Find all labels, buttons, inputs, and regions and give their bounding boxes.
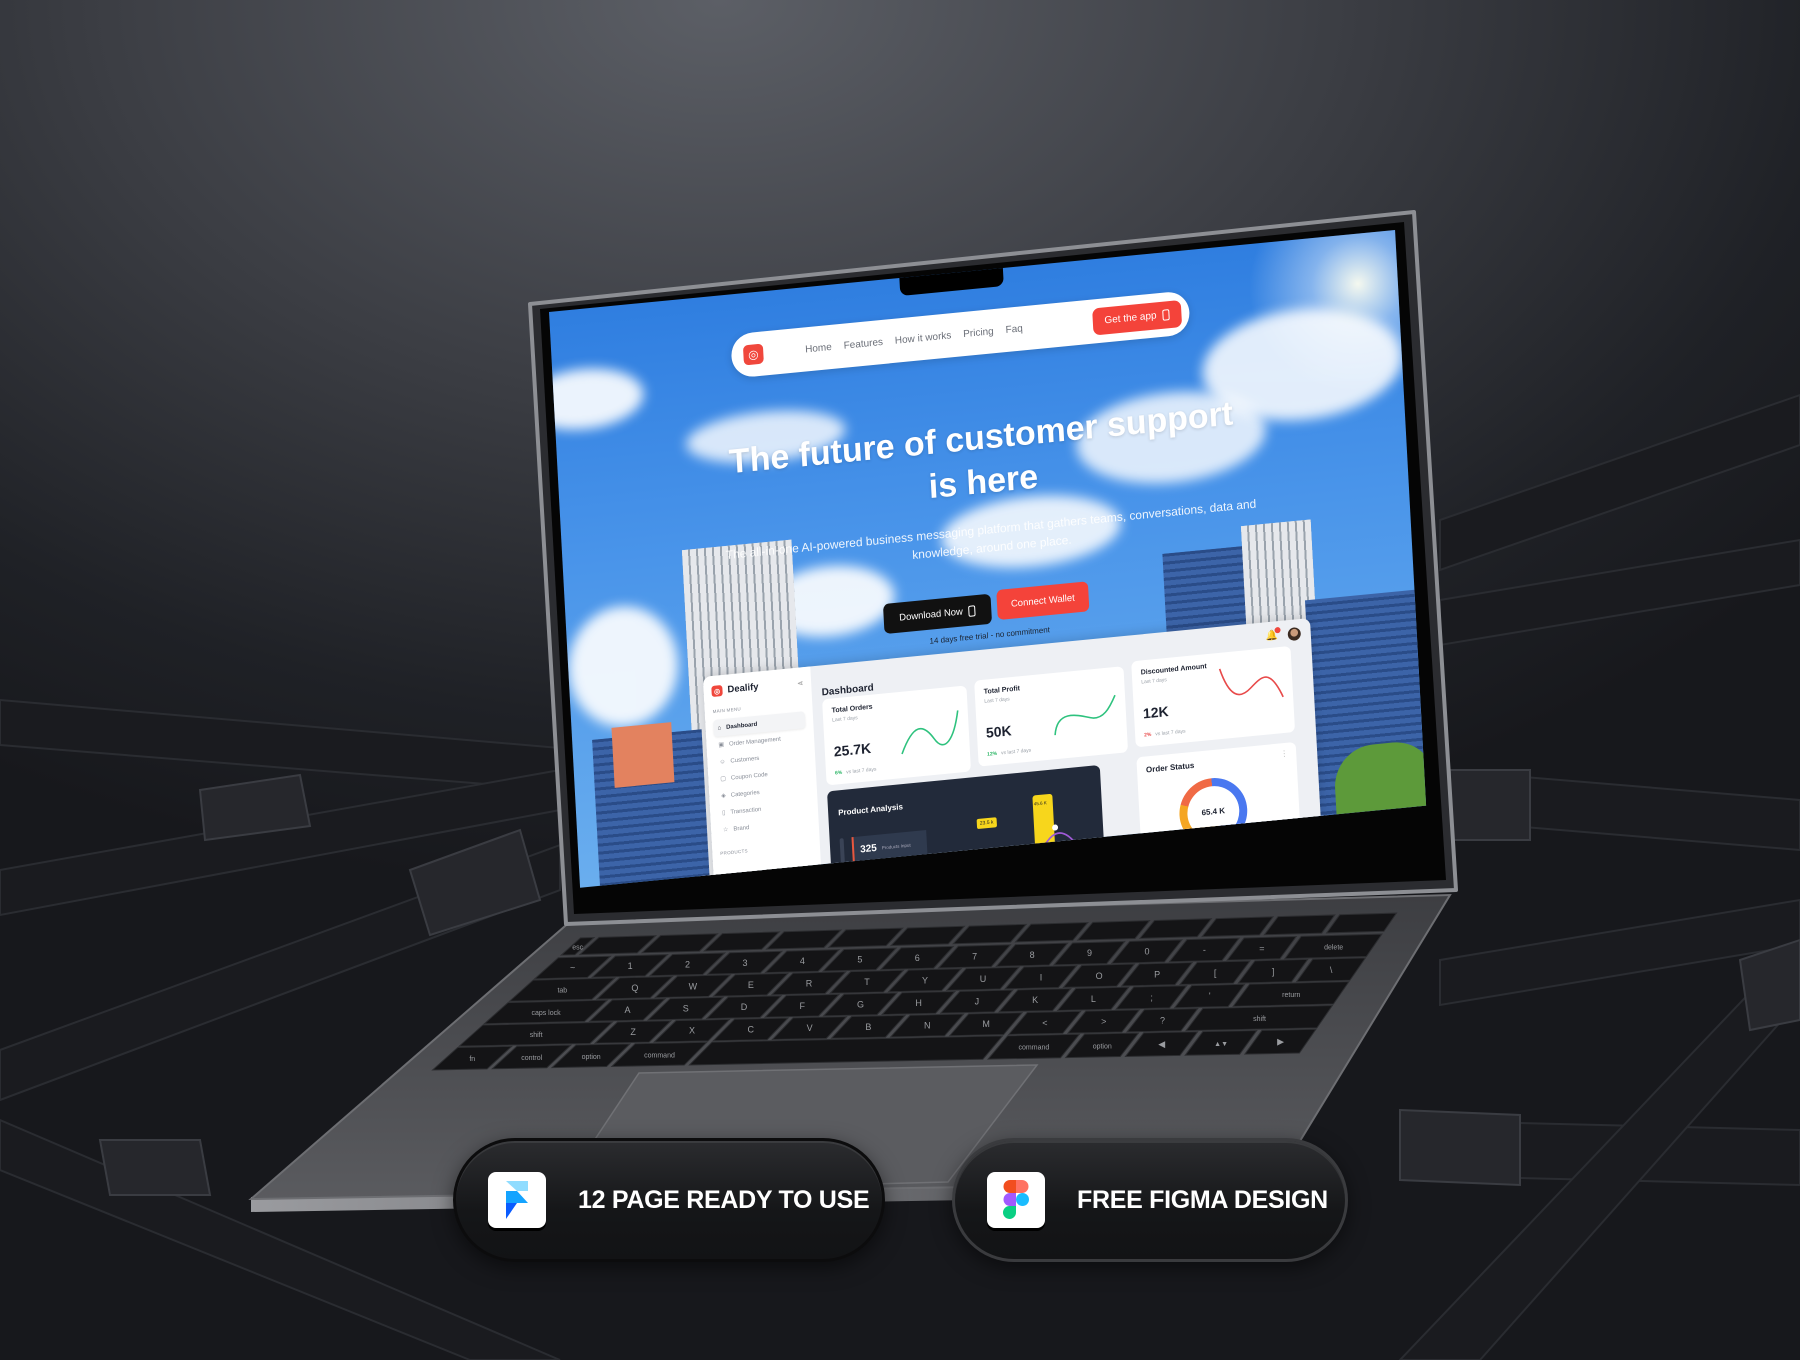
card-change: 2% vs last 7 days <box>1144 729 1186 739</box>
dashboard-sidebar: ◎ Dealify ⋖ MAIN MENU ⌂ Dashboard ▣ Order Ma… <box>702 666 824 888</box>
badge-label: FREE FIGMA DESIGN <box>1077 1185 1328 1214</box>
nav-link-pricing[interactable]: Pricing <box>963 326 994 340</box>
cart-icon: ▣ <box>718 742 725 749</box>
star-icon: ☆ <box>722 827 729 834</box>
sidebar-label: Customers <box>730 755 760 765</box>
change-percent: 2% <box>1144 731 1152 739</box>
sidebar-label: Categories <box>730 789 760 799</box>
sidebar-label: Dashboard <box>725 721 758 731</box>
sparkline <box>901 710 959 755</box>
dealify-logo-icon: ◎ <box>711 685 723 698</box>
sparkline <box>1218 668 1284 698</box>
home-icon: ⌂ <box>717 724 722 732</box>
card-change: 12% vs last 7 days <box>987 747 1031 757</box>
sparkline <box>1054 694 1116 736</box>
sidebar-label: Brand <box>733 824 750 833</box>
categories-icon: ◈ <box>721 793 727 800</box>
stat-card-total-orders: Total Orders Last 7 days 25.7K 6% vs last… <box>822 685 972 786</box>
sidebar-label: Coupon Code <box>730 771 768 782</box>
figma-icon <box>987 1172 1045 1228</box>
avatar[interactable] <box>1287 626 1302 642</box>
connect-wallet-button[interactable]: Connect Wallet <box>996 581 1090 621</box>
card-value: 12K <box>1142 703 1169 722</box>
phone-icon <box>1162 308 1170 321</box>
change-compare: vs last 7 days <box>1155 728 1186 738</box>
users-icon: ☺ <box>719 758 726 766</box>
landing-navbar: ◎ Home Features How it works Pricing Faq… <box>730 290 1191 379</box>
framer-icon <box>488 1172 546 1228</box>
change-compare: vs last 7 days <box>1000 747 1032 757</box>
badge-pages-ready: 12 PAGE READY TO USE <box>453 1138 885 1262</box>
document-icon: ▯ <box>721 810 726 817</box>
collapse-icon[interactable]: ⋖ <box>797 679 803 688</box>
card-change: 6% vs last 7 days <box>835 767 877 777</box>
change-compare: vs last 7 days <box>846 766 877 776</box>
sidebar-label: Order Management <box>728 736 782 748</box>
coupon-icon: ▢ <box>720 776 727 783</box>
change-percent: 12% <box>986 750 998 758</box>
nav-link-home[interactable]: Home <box>805 341 832 355</box>
badge-free-figma: FREE FIGMA DESIGN <box>952 1138 1348 1262</box>
products-heading: PRODUCTS <box>720 848 748 856</box>
download-now-label: Download Now <box>898 605 964 624</box>
bell-icon[interactable]: 🔔 <box>1265 626 1281 642</box>
stat-card-total-profit: Total Profit Last 7 days 50K 12% vs last … <box>974 666 1129 767</box>
phone-icon <box>968 604 977 617</box>
nav-link-how-it-works[interactable]: How it works <box>895 330 952 346</box>
nav-link-features[interactable]: Features <box>843 336 883 351</box>
more-options-icon[interactable]: ⋮ <box>1280 749 1288 759</box>
get-the-app-button[interactable]: Get the app <box>1091 299 1183 336</box>
brand-logo-icon[interactable]: ◎ <box>742 343 764 366</box>
order-status-title: Order Status <box>1145 760 1195 775</box>
stat-card-discounted-amount: Discounted Amount Last 7 days 12K 2% vs l… <box>1131 645 1296 748</box>
laptop-screen: ◎ Home Features How it works Pricing Faq… <box>549 229 1427 888</box>
get-the-app-label: Get the app <box>1104 309 1157 326</box>
badge-label: 12 PAGE READY TO USE <box>578 1185 870 1214</box>
brand-name: Dealify <box>727 681 759 696</box>
nav-link-faq[interactable]: Faq <box>1005 323 1023 336</box>
sidebar-label: Transaction <box>730 806 762 816</box>
card-value: 25.7K <box>833 739 872 760</box>
change-percent: 6% <box>834 769 843 777</box>
card-value: 50K <box>985 722 1012 741</box>
download-now-button[interactable]: Download Now <box>882 593 993 635</box>
